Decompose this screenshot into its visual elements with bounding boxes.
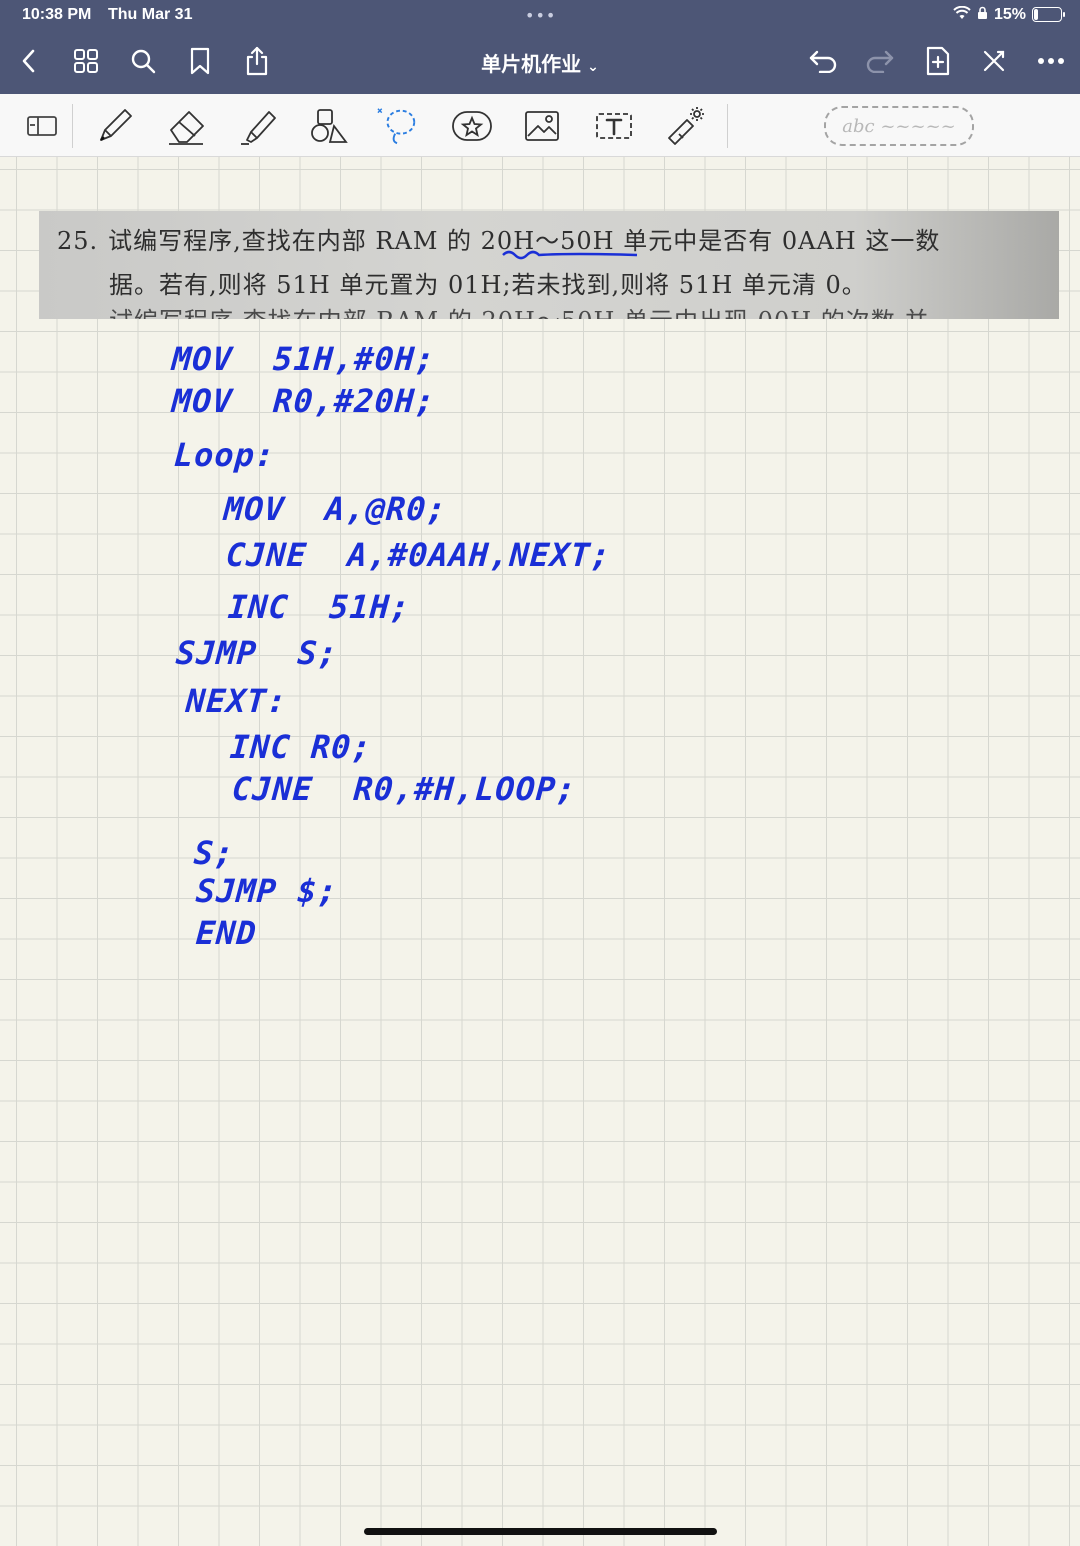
status-indicators: 15%	[953, 5, 1065, 24]
more-icon[interactable]	[1034, 44, 1068, 78]
document-title-text: 单片机作业	[481, 52, 582, 76]
chevron-down-icon: ⌄	[587, 59, 599, 75]
pen-icon[interactable]	[93, 104, 137, 148]
page-layout-icon[interactable]	[20, 104, 64, 148]
eraser-icon[interactable]	[164, 104, 208, 148]
question-line-1: 25. 试编写程序,查找在内部 RAM 的 20H～50H 单元中是否有 0AAH…	[57, 221, 940, 256]
question-line-3: 试编写程序,查找在内部 RAM 的 20H～50H 单元中出现 00H 的次数,…	[109, 301, 929, 319]
handwritten-line: MOV R0,#20H;	[170, 382, 437, 420]
wavy-underline-annotation	[502, 250, 638, 260]
handwritten-line: Loop:	[172, 436, 277, 474]
question-image[interactable]: 25. 试编写程序,查找在内部 RAM 的 20H～50H 单元中是否有 0AAH…	[39, 211, 1059, 319]
status-date: Thu Mar 31	[108, 6, 193, 23]
handwritten-line: SJMP S;	[174, 634, 340, 672]
handwritten-line: CJNE A,#0AAH,NEXT;	[224, 536, 613, 574]
toolbar-divider	[727, 104, 728, 148]
battery-percentage: 15%	[993, 5, 1026, 23]
handwritten-line: CJNE R0,#H,LOOP;	[230, 770, 578, 808]
image-icon[interactable]	[520, 104, 564, 148]
wifi-icon	[953, 5, 971, 24]
question-line-2: 据。若有,则将 51H 单元置为 01H;若未找到,则将 51H 单元清 0。	[109, 271, 867, 299]
handwritten-line: INC 51H;	[226, 588, 412, 626]
add-page-icon[interactable]	[921, 44, 955, 78]
handwritten-line: END	[194, 914, 259, 952]
multitask-dots[interactable]: •••	[525, 6, 556, 25]
lock-rotation-icon	[977, 5, 988, 24]
battery-icon	[1032, 7, 1065, 22]
sticker-icon[interactable]	[450, 104, 494, 148]
redo-icon[interactable]	[863, 44, 897, 78]
handwritten-line: MOV A,@R0;	[222, 490, 449, 528]
laser-pointer-icon[interactable]	[664, 104, 708, 148]
handwriting-conversion-pill[interactable]: abc ~~~~~	[824, 106, 974, 146]
handwritten-line: SJMP $;	[194, 872, 340, 910]
document-title[interactable]: 单片机作业 ⌄	[0, 48, 1080, 77]
handwritten-line: INC R0;	[228, 728, 374, 766]
shapes-icon[interactable]	[307, 104, 351, 148]
handwritten-line: MOV 51H,#0H;	[170, 340, 437, 378]
status-time: 10:38 PM	[22, 6, 92, 23]
undo-icon[interactable]	[806, 44, 840, 78]
top-bar: 10:38 PM Thu Mar 31 ••• 15% 单片机作业 ⌄	[0, 0, 1080, 94]
handwritten-line: NEXT:	[184, 682, 289, 720]
close-toolbar-icon[interactable]	[977, 44, 1011, 78]
toolbar-divider	[72, 104, 73, 148]
highlighter-icon[interactable]	[236, 104, 280, 148]
lasso-icon[interactable]	[376, 104, 420, 148]
home-indicator[interactable]	[364, 1528, 717, 1535]
handwritten-line: S;	[192, 834, 236, 872]
tool-bar: abc ~~~~~	[0, 94, 1080, 157]
question-number: 25.	[57, 227, 99, 255]
text-icon[interactable]	[592, 104, 636, 148]
notebook-page[interactable]	[0, 157, 1080, 1546]
